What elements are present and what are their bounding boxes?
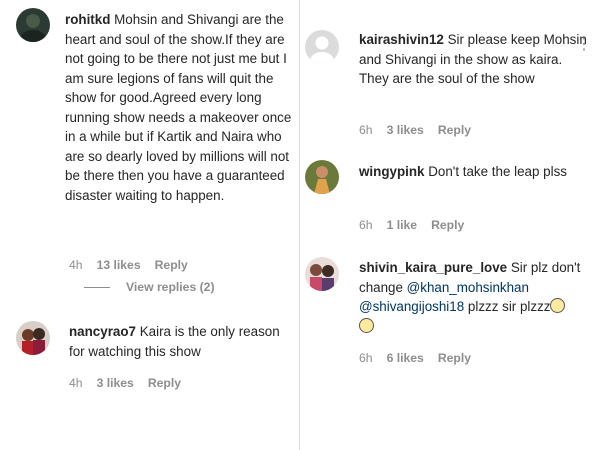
reply-button[interactable]: Reply — [431, 218, 464, 232]
view-replies-label: View replies (2) — [126, 280, 215, 294]
avatar[interactable] — [16, 8, 50, 42]
weary-face-emoji — [359, 317, 374, 333]
comment-meta: 4h 13 likes Reply — [69, 258, 202, 272]
avatar[interactable] — [305, 257, 339, 291]
likes-count[interactable]: 3 likes — [97, 376, 134, 390]
reply-button[interactable]: Reply — [438, 351, 471, 365]
mention-link[interactable]: @khan_mohsinkhan — [407, 280, 529, 295]
comment-time[interactable]: 6h — [359, 351, 373, 365]
comment-body: nancyrao7 Kaira is the only reason for w… — [69, 322, 289, 361]
comment-time[interactable]: 6h — [359, 218, 373, 232]
comment-time[interactable]: 4h — [69, 376, 83, 390]
comment-meta: 6h 6 likes Reply — [359, 351, 485, 365]
username-link[interactable]: rohitkd — [65, 12, 110, 27]
username-link[interactable]: wingypink — [359, 164, 424, 179]
mention-link[interactable]: @shivangijoshi18 — [359, 299, 464, 314]
comment-text: Mohsin and Shivangi are the heart and so… — [65, 12, 292, 203]
username-link[interactable]: kairashivin12 — [359, 32, 444, 47]
comment-time[interactable]: 4h — [69, 258, 83, 272]
more-options-icon[interactable]: ⋮ — [576, 34, 593, 54]
comment-body: rohitkd Mohsin and Shivangi are the hear… — [65, 10, 293, 205]
username-link[interactable]: shivin_kaira_pure_love — [359, 260, 507, 275]
replies-line — [84, 287, 110, 289]
left-comment-column: rohitkd Mohsin and Shivangi are the hear… — [0, 0, 300, 450]
view-replies-button[interactable]: View replies (2) — [84, 280, 215, 294]
avatar[interactable] — [305, 160, 339, 194]
weary-face-emoji — [550, 298, 566, 313]
right-comment-column: kairashivin12 Sir please keep Mohsin and… — [300, 0, 600, 450]
username-link[interactable]: nancyrao7 — [69, 324, 136, 339]
comment-text: Don't take the leap plss — [424, 164, 567, 179]
comment-meta: 6h 1 like Reply — [359, 218, 478, 232]
comment-meta: 6h 3 likes Reply — [359, 123, 485, 137]
comment-body: kairashivin12 Sir please keep Mohsin and… — [359, 30, 587, 89]
comment-meta: 4h 3 likes Reply — [69, 376, 195, 390]
likes-count[interactable]: 1 like — [387, 218, 418, 232]
comment-time[interactable]: 6h — [359, 123, 373, 137]
likes-count[interactable]: 13 likes — [97, 258, 141, 272]
reply-button[interactable]: Reply — [438, 123, 471, 137]
reply-button[interactable]: Reply — [155, 258, 188, 272]
reply-button[interactable]: Reply — [148, 376, 181, 390]
likes-count[interactable]: 3 likes — [387, 123, 424, 137]
comment-body: wingypink Don't take the leap plss — [359, 162, 587, 182]
comment-text: plzzz sir plzzz — [464, 299, 551, 314]
likes-count[interactable]: 6 likes — [387, 351, 424, 365]
comment-body: shivin_kaira_pure_love Sir plz don't cha… — [359, 258, 587, 336]
avatar[interactable] — [305, 30, 339, 64]
avatar[interactable] — [16, 321, 50, 355]
